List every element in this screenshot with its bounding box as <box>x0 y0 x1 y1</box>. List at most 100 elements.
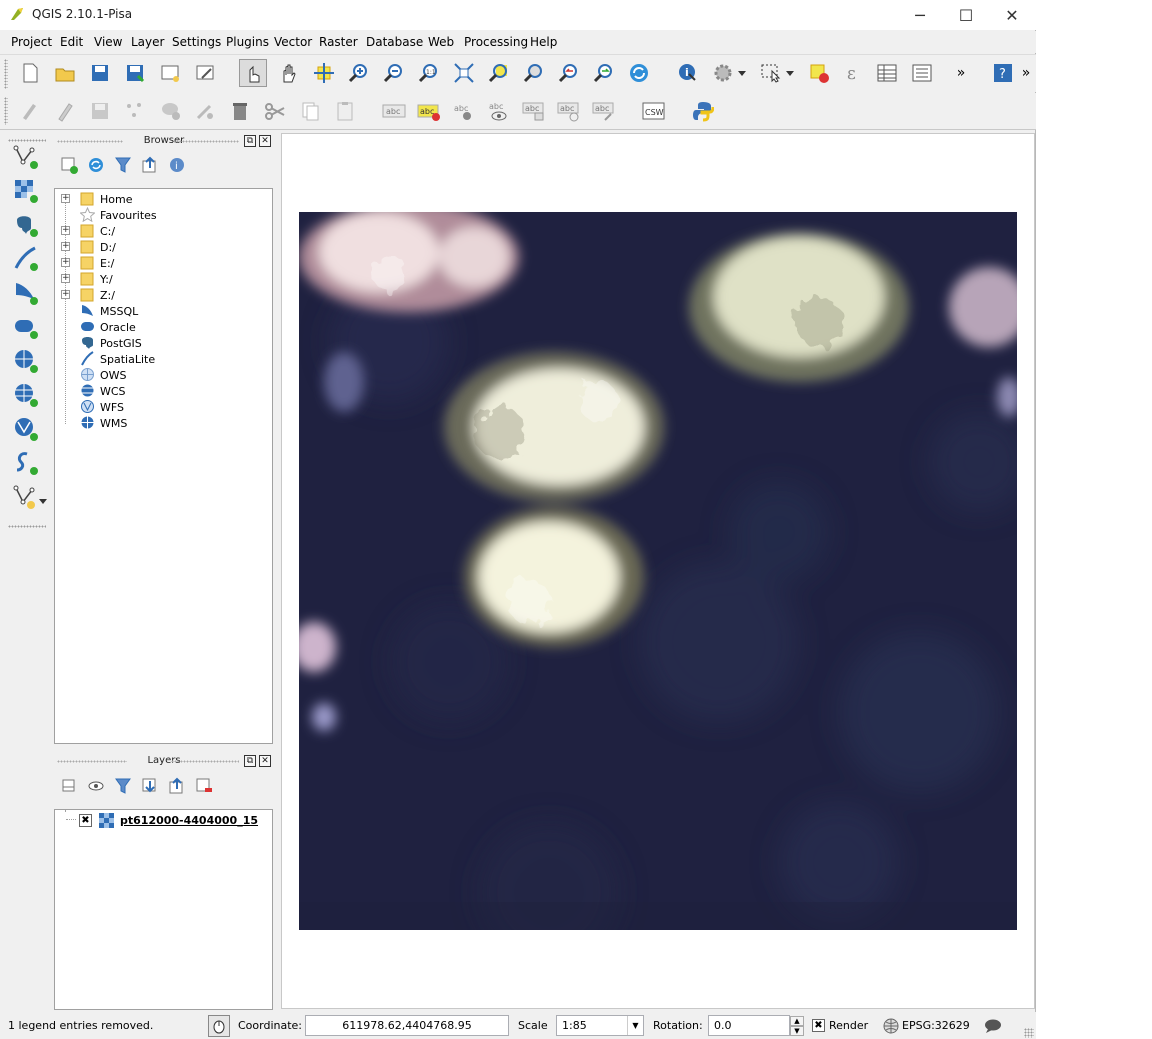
deselect-all-icon[interactable] <box>805 59 833 87</box>
styling-icon[interactable] <box>57 774 81 798</box>
browser-item-e-drive[interactable]: + E:/ <box>55 255 270 271</box>
rotation-field[interactable]: 0.0 <box>708 1015 790 1036</box>
field-calculator-icon[interactable]: ε <box>840 59 868 87</box>
menu-raster[interactable]: Raster <box>319 35 358 49</box>
whats-this-help-icon[interactable]: ? <box>989 59 1017 87</box>
coordinate-field[interactable]: 611978.62,4404768.95 <box>305 1015 509 1036</box>
layers-panel-title-bar[interactable]: Layers ⧉ ✕ <box>53 752 275 770</box>
menu-vector[interactable]: Vector <box>274 35 312 49</box>
zoom-out-icon[interactable] <box>380 59 408 87</box>
zoom-to-selection-icon[interactable] <box>485 59 513 87</box>
browser-item-spatialite[interactable]: SpatiaLite <box>55 351 270 367</box>
maximize-button[interactable]: ☐ <box>943 0 989 30</box>
diagram-options-icon[interactable]: abc <box>415 97 443 125</box>
expand-toggle[interactable]: + <box>61 242 70 251</box>
new-project-icon[interactable] <box>16 59 44 87</box>
rotation-spin-down[interactable]: ▼ <box>790 1026 804 1036</box>
menu-database[interactable]: Database <box>366 35 423 49</box>
crs-globe-icon[interactable] <box>883 1018 899 1034</box>
add-oracle-layer-icon[interactable] <box>12 313 40 341</box>
add-postgis-layer-icon[interactable] <box>12 211 40 239</box>
close-window-button[interactable]: ✕ <box>989 0 1035 30</box>
zoom-last-icon[interactable] <box>555 59 583 87</box>
expand-toggle[interactable]: + <box>61 290 70 299</box>
zoom-full-icon[interactable] <box>450 59 478 87</box>
menu-view[interactable]: View <box>94 35 122 49</box>
layers-float-button[interactable]: ⧉ <box>244 755 256 767</box>
filter-browser-icon[interactable] <box>111 153 135 177</box>
toolbar-grip[interactable] <box>4 97 8 125</box>
crs-status[interactable]: EPSG:32629 <box>902 1019 970 1032</box>
menu-project[interactable]: Project <box>11 35 52 49</box>
map-canvas[interactable] <box>281 133 1035 1009</box>
toolbar-overflow-icon-2[interactable]: » <box>1016 59 1036 87</box>
browser-float-button[interactable]: ⧉ <box>244 135 256 147</box>
minimize-button[interactable]: ─ <box>897 0 943 30</box>
composer-manager-icon[interactable] <box>191 59 219 87</box>
expand-toggle[interactable]: + <box>61 274 70 283</box>
zoom-in-icon[interactable] <box>345 59 373 87</box>
touch-zoom-pan-icon[interactable] <box>239 59 267 87</box>
add-selected-layers-icon[interactable] <box>57 153 81 177</box>
rotate-label-icon[interactable]: abc <box>555 97 583 125</box>
identify-features-icon[interactable]: i <box>674 59 702 87</box>
move-label-icon[interactable]: abc <box>520 97 548 125</box>
enable-properties-icon[interactable]: i <box>165 153 189 177</box>
pan-map-icon[interactable] <box>275 59 303 87</box>
browser-item-c-drive[interactable]: + C:/ <box>55 223 270 239</box>
copy-features-icon[interactable] <box>296 97 324 125</box>
menu-help[interactable]: Help <box>530 35 557 49</box>
zoom-next-icon[interactable] <box>590 59 618 87</box>
messages-icon[interactable] <box>984 1019 1002 1034</box>
new-print-composer-icon[interactable] <box>156 59 184 87</box>
zoom-to-layer-icon[interactable] <box>520 59 548 87</box>
expand-toggle[interactable]: + <box>61 226 70 235</box>
select-dropdown-icon[interactable] <box>783 59 797 87</box>
pan-to-selection-icon[interactable] <box>310 59 338 87</box>
collapse-all-layers-icon[interactable] <box>165 774 189 798</box>
zoom-native-resolution-icon[interactable]: 1:1 <box>415 59 443 87</box>
run-action-dropdown-icon[interactable] <box>735 59 749 87</box>
refresh-icon[interactable] <box>625 59 653 87</box>
metasearch-csw-icon[interactable]: CSW <box>640 97 668 125</box>
layers-close-button[interactable]: ✕ <box>259 755 271 767</box>
node-tool-icon[interactable] <box>191 97 219 125</box>
browser-item-home[interactable]: + Home <box>55 191 270 207</box>
toolbar-grip[interactable] <box>8 525 46 528</box>
add-wcs-layer-icon[interactable] <box>12 381 40 409</box>
expand-all-icon[interactable] <box>138 774 162 798</box>
browser-panel-title-bar[interactable]: Browser ⧉ ✕ <box>53 132 275 150</box>
browser-item-wfs[interactable]: WFS <box>55 399 270 415</box>
save-project-icon[interactable] <box>86 59 114 87</box>
new-layer-dropdown-icon[interactable] <box>38 487 48 515</box>
menu-plugins[interactable]: Plugins <box>226 35 269 49</box>
toggle-editing-icon[interactable] <box>51 97 79 125</box>
pin-labels-icon[interactable]: abc <box>450 97 478 125</box>
add-raster-layer-icon[interactable] <box>12 177 40 205</box>
collapse-all-icon[interactable] <box>138 153 162 177</box>
delete-selected-icon[interactable] <box>226 97 254 125</box>
select-features-icon[interactable] <box>757 59 785 87</box>
menu-layer[interactable]: Layer <box>131 35 164 49</box>
browser-item-wcs[interactable]: WCS <box>55 383 270 399</box>
add-wms-layer-icon[interactable] <box>12 347 40 375</box>
scale-combobox[interactable]: 1:85 ▼ <box>556 1015 644 1036</box>
browser-item-oracle[interactable]: Oracle <box>55 319 270 335</box>
new-shapefile-layer-icon[interactable] <box>12 483 40 511</box>
layer-row[interactable]: ✖ pt612000-4404000_15 <box>55 812 270 828</box>
attribute-table-icon[interactable] <box>873 59 901 87</box>
toggle-extents-mouse-button[interactable] <box>208 1015 230 1037</box>
menu-edit[interactable]: Edit <box>60 35 83 49</box>
save-as-icon[interactable] <box>121 59 149 87</box>
rotation-spin-up[interactable]: ▲ <box>790 1016 804 1026</box>
expand-toggle[interactable]: + <box>61 258 70 267</box>
add-spatialite-layer-icon[interactable] <box>12 245 40 273</box>
statistical-summary-icon[interactable] <box>908 59 936 87</box>
filter-legend-icon[interactable] <box>111 774 135 798</box>
toolbar-grip[interactable] <box>4 59 8 89</box>
browser-item-postgis[interactable]: PostGIS <box>55 335 270 351</box>
browser-item-z-drive[interactable]: + Z:/ <box>55 287 270 303</box>
refresh-browser-icon[interactable] <box>84 153 108 177</box>
add-vector-layer-icon[interactable] <box>12 143 40 171</box>
manage-visibility-icon[interactable] <box>84 774 108 798</box>
